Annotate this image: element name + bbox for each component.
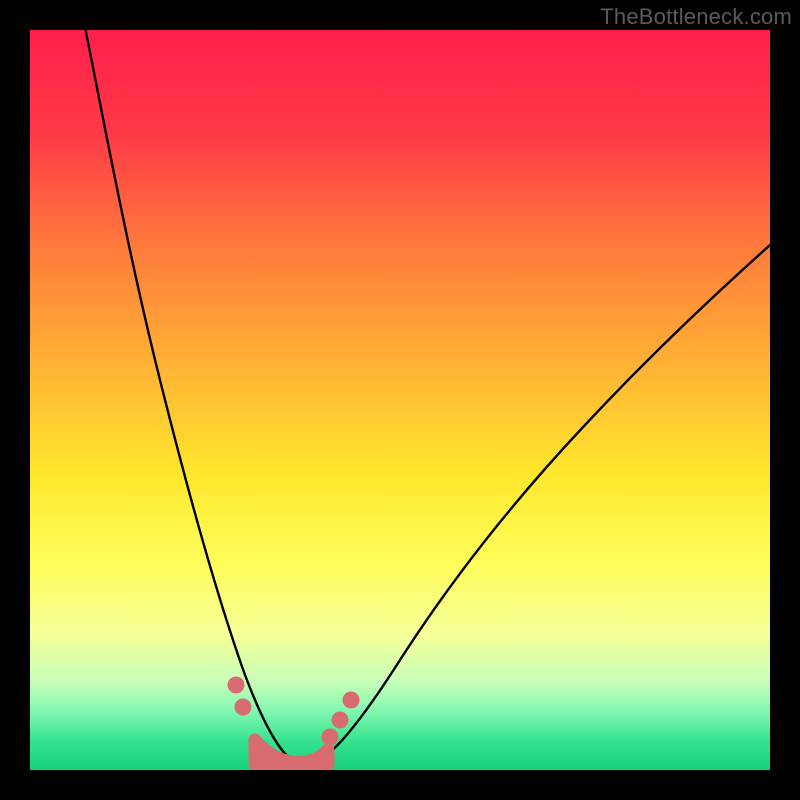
chart-svg <box>30 30 770 770</box>
curve-marker <box>343 692 360 709</box>
curve-marker <box>235 699 252 716</box>
curve-marker <box>228 677 245 694</box>
curve-marker <box>322 729 339 746</box>
chart-frame: TheBottleneck.com <box>0 0 800 800</box>
watermark: TheBottleneck.com <box>600 4 792 30</box>
plot-area <box>30 30 770 770</box>
curve-marker <box>332 712 349 729</box>
